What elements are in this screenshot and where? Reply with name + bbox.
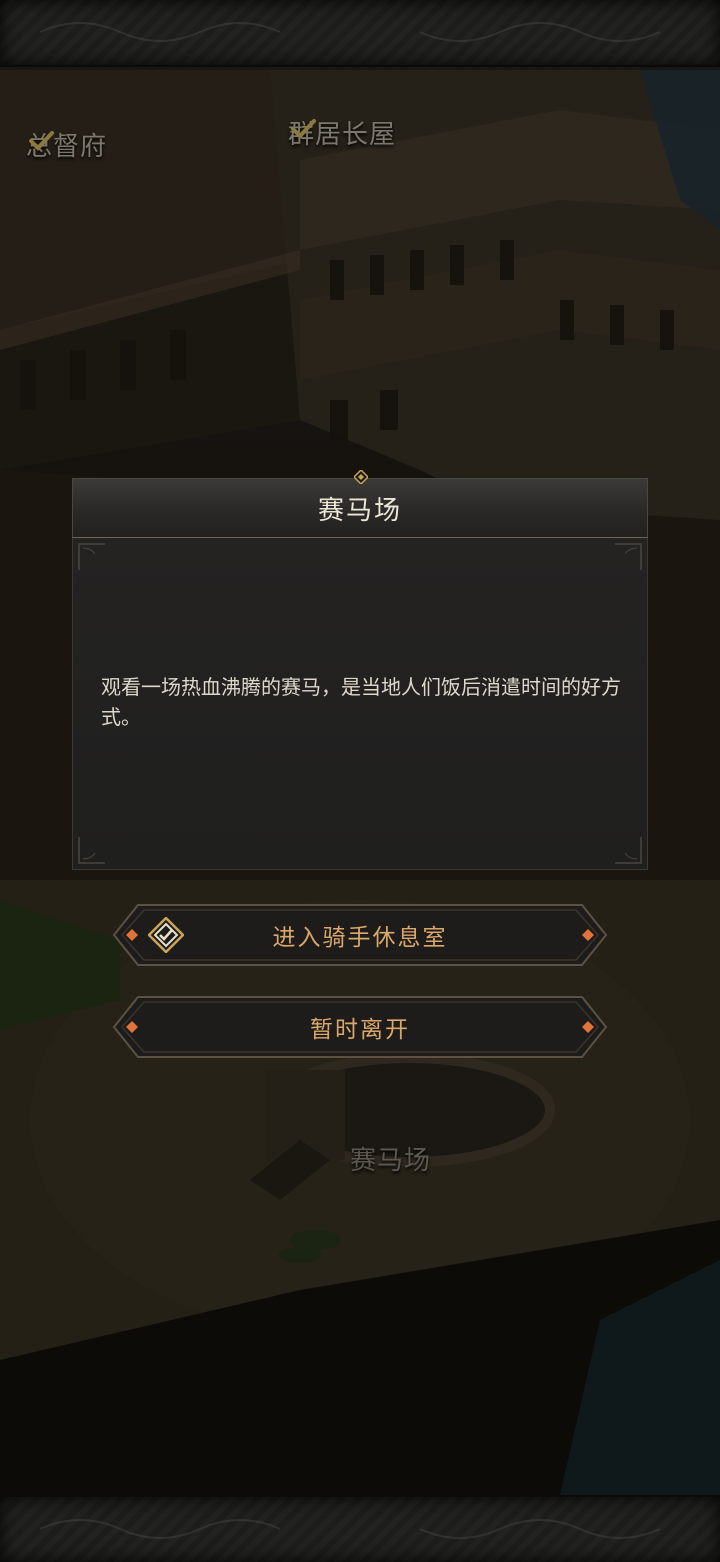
corner-ornament-icon [78,543,105,570]
building-info-dialog: 赛马场 观看一场热血沸腾的赛马，是当地人们饭后消遣时间的好方式。 [72,470,648,870]
corner-ornament-icon [615,543,642,570]
ornament-icon [420,1519,661,1539]
dialog-description: 观看一场热血沸腾的赛马，是当地人们饭后消遣时间的好方式。 [101,675,621,729]
building-label-governor[interactable]: 总督府 [26,126,107,163]
building-label-text: 赛马场 [350,1146,432,1176]
top-frame-bar [0,0,720,67]
leave-button[interactable]: 暂时离开 [112,995,608,1059]
building-label-longhouse[interactable]: 群居长屋 [288,114,396,151]
corner-ornament-icon [78,837,105,864]
ornament-icon [40,22,281,42]
dialog-title-bar: 赛马场 [72,478,648,538]
ornament-icon [420,22,661,42]
leave-label: 暂时离开 [310,1017,410,1043]
dialog-title: 赛马场 [317,495,402,526]
enter-rider-lounge-button[interactable]: 进入骑手休息室 [112,903,608,967]
dialog-body: 观看一场热血沸腾的赛马，是当地人们饭后消遣时间的好方式。 [72,538,648,870]
building-label-racecourse[interactable]: 赛马场 [350,1140,431,1177]
ornament-icon [40,1519,281,1539]
corner-ornament-icon [615,837,642,864]
enter-rider-lounge-label: 进入骑手休息室 [272,925,448,951]
check-icon [291,119,316,139]
title-gem-icon [354,470,368,484]
bottom-frame-bar [0,1495,720,1562]
check-icon [29,131,54,151]
